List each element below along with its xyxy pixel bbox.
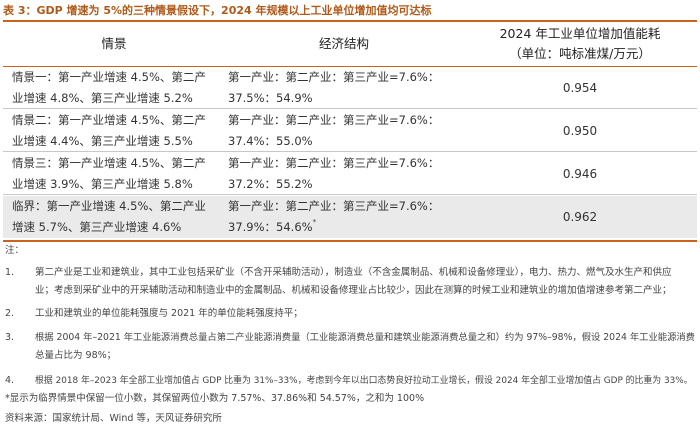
structure-cell: 第一产业：第二产业：第三产业=7.6%： 37.2%：55.2% bbox=[228, 153, 458, 195]
structure-line: 37.2%：55.2% bbox=[228, 174, 458, 195]
note-number: 4. bbox=[5, 375, 15, 386]
note-line: 总量占比为 98%； bbox=[35, 350, 117, 361]
scenario-line: 增速 5.7%、第三产业增速 4.6% bbox=[12, 220, 182, 234]
structure-line: 第一产业：第二产业：第三产业=7.6%： bbox=[228, 199, 440, 213]
energy-value: 0.954 bbox=[562, 80, 598, 95]
note-text: 根据 2018 年–2023 年全部工业增加值占 GDP 比重为 31%–33%… bbox=[35, 372, 695, 390]
note-line: 根据 2004 年–2021 年工业能源消费总量占第二产业能源消费量（工业能源消… bbox=[35, 332, 695, 343]
scenario-line: 业增速 4.8%、第三产业增速 5.2% bbox=[12, 91, 193, 105]
structure-cell: 第一产业：第二产业：第三产业=7.6%： 37.9%：54.6%* bbox=[228, 196, 458, 238]
scenario-line: 情景一：第一产业增速 4.5%、第二产 bbox=[12, 70, 206, 84]
table-row: 情景三：第一产业增速 4.5%、第二产 业增速 3.9%、第三产业增速 5.8%… bbox=[3, 153, 697, 195]
header-energy-unit: （单位：吨标准煤/万元） bbox=[509, 46, 651, 61]
note-line: 业；考虑到采矿业中的开采辅助活动和制造业中的金属制品、机械和设备修理业占比较少，… bbox=[35, 285, 672, 296]
row-divider bbox=[3, 108, 697, 109]
note-text: 根据 2004 年–2021 年工业能源消费总量占第二产业能源消费量（工业能源消… bbox=[35, 329, 695, 365]
note-number: 1. bbox=[5, 267, 15, 278]
row-divider bbox=[3, 194, 697, 195]
note-line: 根据 2018 年–2023 年全部工业增加值占 GDP 比重为 31%–33%… bbox=[35, 376, 693, 386]
scenario-line: 情景二：第一产业增速 4.5%、第二产 bbox=[12, 113, 206, 127]
note-line: 第二产业是工业和建筑业，其中工业包括采矿业（不含开采辅助活动），制造业（不含金属… bbox=[35, 267, 672, 278]
table-row: 情景二：第一产业增速 4.5%、第二产 业增速 4.4%、第三产业增速 5.5%… bbox=[3, 110, 697, 152]
energy-value: 0.962 bbox=[562, 209, 598, 224]
notes-heading: 注： bbox=[5, 245, 25, 256]
table-title: 表 3：GDP 增速为 5%的三种情景假设下，2024 年规模以上工业单位增加值… bbox=[3, 4, 432, 17]
document-page: 表 3：GDP 增速为 5%的三种情景假设下，2024 年规模以上工业单位增加值… bbox=[0, 0, 700, 434]
note-number: 2. bbox=[5, 308, 15, 319]
structure-line: 第一产业：第二产业：第三产业=7.6%： bbox=[228, 113, 440, 127]
scenario-cell: 情景三：第一产业增速 4.5%、第二产 业增速 3.9%、第三产业增速 5.8% bbox=[12, 153, 223, 195]
structure-value: 37.9%：54.6% bbox=[228, 220, 313, 234]
scenario-line: 临界：第一产业增速 4.5%、第二产业 bbox=[12, 199, 206, 213]
structure-cell: 第一产业：第二产业：第三产业=7.6%： 37.4%：55.0% bbox=[228, 110, 458, 152]
star-footnote: *显示为临界情景中保留一位小数，其保留两位小数为 7.57%、37.86%和 5… bbox=[5, 393, 425, 404]
header-structure: 经济结构 bbox=[318, 36, 369, 51]
energy-value: 0.950 bbox=[562, 123, 598, 138]
scenario-line: 业增速 4.4%、第三产业增速 5.5% bbox=[12, 134, 193, 148]
header-energy: 2024 年工业单位增加值能耗 （单位：吨标准煤/万元） bbox=[463, 22, 697, 66]
scenario-line: 业增速 3.9%、第三产业增速 5.8% bbox=[12, 177, 193, 191]
header-energy-title: 2024 年工业单位增加值能耗 bbox=[499, 26, 661, 41]
structure-cell: 第一产业：第二产业：第三产业=7.6%： 37.5%：54.9% bbox=[228, 67, 458, 109]
source-line: 资料来源：国家统计局、Wind 等，天风证券研究所 bbox=[5, 413, 222, 424]
structure-line: 第一产业：第二产业：第三产业=7.6%： bbox=[228, 70, 440, 84]
scenario-cell: 情景二：第一产业增速 4.5%、第二产 业增速 4.4%、第三产业增速 5.5% bbox=[12, 110, 223, 152]
structure-line: 37.9%：54.6%* bbox=[228, 217, 458, 238]
note-number: 3. bbox=[5, 332, 15, 343]
scenario-line: 情景三：第一产业增速 4.5%、第二产 bbox=[12, 156, 206, 170]
structure-line: 第一产业：第二产业：第三产业=7.6%： bbox=[228, 156, 440, 170]
footnote-mark: * bbox=[312, 218, 317, 226]
structure-value: 37.2%：55.2% bbox=[228, 177, 313, 191]
structure-line: 37.4%：55.0% bbox=[228, 131, 458, 152]
note-text: 第二产业是工业和建筑业，其中工业包括采矿业（不含开采辅助活动），制造业（不含金属… bbox=[35, 264, 695, 300]
table-bottom-rule bbox=[3, 240, 697, 242]
scenario-cell: 临界：第一产业增速 4.5%、第二产业 增速 5.7%、第三产业增速 4.6% bbox=[12, 196, 223, 238]
structure-value: 37.4%：55.0% bbox=[228, 134, 313, 148]
structure-value: 37.5%：54.9% bbox=[228, 91, 313, 105]
table-row: 情景一：第一产业增速 4.5%、第二产 业增速 4.8%、第三产业增速 5.2%… bbox=[3, 67, 697, 109]
table-row-critical: 临界：第一产业增速 4.5%、第二产业 增速 5.7%、第三产业增速 4.6% … bbox=[3, 196, 697, 238]
scenario-cell: 情景一：第一产业增速 4.5%、第二产 业增速 4.8%、第三产业增速 5.2% bbox=[12, 67, 223, 109]
energy-value: 0.946 bbox=[562, 166, 598, 181]
table-header: 情景 经济结构 2024 年工业单位增加值能耗 （单位：吨标准煤/万元） bbox=[3, 22, 697, 66]
note-text: 工业和建筑业的单位能耗强度与 2021 年的单位能耗强度持平； bbox=[35, 305, 695, 323]
row-divider bbox=[3, 151, 697, 152]
header-scenario: 情景 bbox=[101, 36, 127, 51]
structure-line: 37.5%：54.9% bbox=[228, 88, 458, 109]
note-line: 工业和建筑业的单位能耗强度与 2021 年的单位能耗强度持平； bbox=[35, 308, 303, 319]
